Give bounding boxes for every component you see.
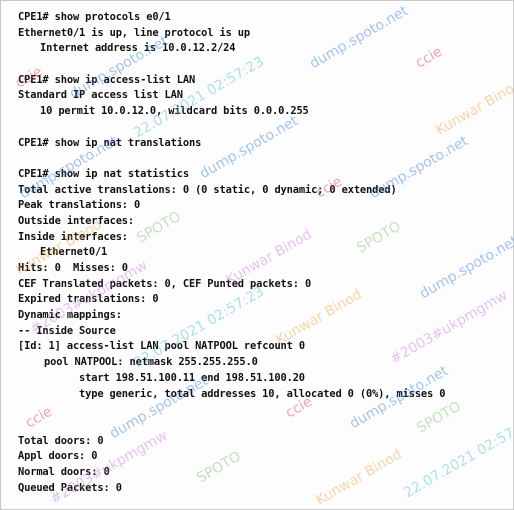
output-line: [Id: 1] access-list LAN pool NATPOOL ref… [18, 340, 305, 353]
output-line: Internet address is 10.0.12.2/24 [40, 42, 236, 55]
output-line: Inside interfaces: [18, 230, 128, 243]
command-line: CPE1# show protocols e0/1 [18, 11, 171, 23]
output-line: Total doors: 0 [18, 434, 104, 447]
output-line: Queued Packets: 0 [18, 481, 122, 494]
output-line: Expired translations: 0 [18, 293, 159, 306]
output-line: Hits: 0 Misses: 0 [18, 262, 128, 274]
output-line: Ethernet0/1 [40, 246, 108, 259]
output-line: Ethernet0/1 is up, line protocol is up [18, 26, 251, 39]
output-line: Peak translations: 0 [18, 199, 141, 212]
screenshot-frame: CPE1# show protocols e0/1 Ethernet0/1 is … [0, 0, 514, 510]
output-line: Outside interfaces: [18, 214, 135, 227]
command-line: CPE1# show ip nat statistics [18, 167, 189, 180]
output-line: start 198.51.100.11 end 198.51.100.20 [79, 371, 305, 384]
terminal-output: CPE1# show protocols e0/1 Ethernet0/1 is … [18, 10, 509, 496]
output-line: Appl doors: 0 [18, 450, 98, 463]
command-line: CPE1# show ip access-list LAN [18, 73, 196, 86]
output-line: -- Inside Source [18, 324, 116, 337]
output-line: pool NATPOOL: netmask 255.255.255.0 [44, 356, 258, 369]
output-line: CEF Translated packets: 0, CEF Punted pa… [18, 277, 312, 290]
output-line: Normal doors: 0 [18, 465, 110, 478]
command-line: CPE1# show ip nat translations [18, 136, 202, 149]
output-line: Dynamic mappings: [18, 309, 122, 322]
output-line: Standard IP access list LAN [18, 89, 183, 102]
output-line: 10 permit 10.0.12.0, wildcard bits 0.0.0… [40, 105, 309, 118]
output-line: Total active translations: 0 (0 static, … [18, 183, 397, 196]
output-line: type generic, total addresses 10, alloca… [79, 387, 446, 400]
